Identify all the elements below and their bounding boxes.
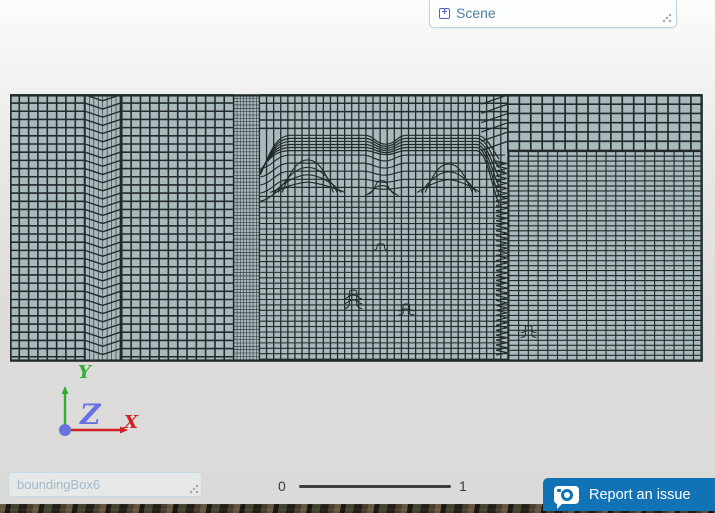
camera-bubble-icon — [554, 485, 579, 509]
report-issue-label: Report an issue — [589, 486, 691, 503]
slider-track[interactable] — [299, 485, 451, 488]
axis-z-label: Z — [79, 398, 102, 431]
name-input[interactable] — [8, 472, 202, 497]
axis-y-label: Y — [78, 362, 93, 383]
expand-plus-icon[interactable]: + — [439, 7, 450, 19]
mesh-viewport[interactable] — [10, 93, 712, 363]
slider-max-label: 1 — [459, 478, 467, 494]
scene-tree-item[interactable]: + Scene — [439, 5, 496, 21]
z-axis-origin-dot — [59, 424, 71, 436]
panel-resize-grip-icon[interactable] — [662, 13, 672, 23]
scene-panel[interactable]: + Scene — [429, 0, 677, 28]
slider-min-label: 0 — [278, 478, 286, 494]
report-issue-button[interactable]: Report an issue — [543, 478, 715, 511]
axis-x-label: X — [123, 412, 139, 433]
axis-triad: Y Z X — [59, 362, 139, 436]
scene-label: Scene — [456, 5, 496, 21]
y-axis-arrow-icon — [61, 386, 69, 394]
